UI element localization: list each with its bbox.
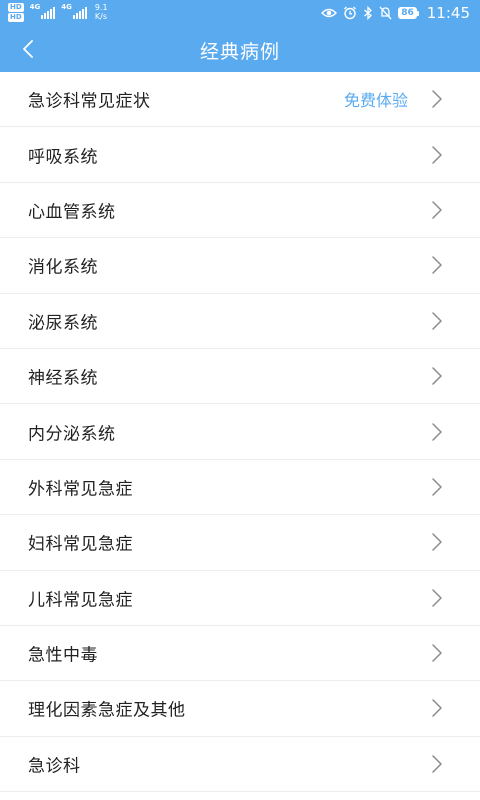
alarm-icon: [343, 6, 357, 20]
chevron-right-icon: [431, 532, 443, 552]
free-trial-badge[interactable]: 免费体验: [344, 87, 408, 111]
network-speed-value: 9.1: [94, 3, 108, 12]
status-bar: HD HD 4G 4G 9.1 K/s 86 11:45: [0, 0, 480, 26]
chevron-right-icon: [431, 477, 443, 497]
list-item[interactable]: 消化系统: [0, 238, 480, 294]
mute-icon: [379, 6, 392, 20]
chevron-right-icon: [431, 311, 443, 331]
network-type-2: 4G: [61, 3, 72, 11]
chevron-right-icon: [431, 588, 443, 608]
list-item-label: 急性中毒: [28, 645, 98, 666]
list-item[interactable]: 心血管系统: [0, 183, 480, 239]
network-type-1: 4G: [29, 3, 41, 11]
list-item[interactable]: 理化因素急症及其他: [0, 681, 480, 737]
list-item-label: 泌尿系统: [28, 313, 98, 334]
signal-group-1: 4G: [30, 3, 56, 19]
list-item[interactable]: 呼吸系统: [0, 127, 480, 183]
app-header: HD HD 4G 4G 9.1 K/s 86 11:45 经典病例: [0, 0, 480, 72]
nav-bar: 经典病例: [0, 26, 480, 72]
network-speed-unit: K/s: [94, 12, 108, 21]
list-item-label: 呼吸系统: [28, 147, 98, 168]
list-item-label: 外科常见急症: [28, 479, 133, 500]
chevron-right-icon: [431, 255, 443, 275]
status-time: 11:45: [426, 4, 470, 22]
battery-icon: 86: [398, 7, 419, 19]
list-item[interactable]: 急诊科常见症状 免费体验: [0, 72, 480, 128]
chevron-right-icon: [431, 200, 443, 220]
signal-bars-icon: [41, 7, 56, 19]
list-item-label: 妇科常见急症: [28, 534, 133, 555]
eye-icon: [321, 7, 338, 19]
bluetooth-icon: [363, 6, 373, 20]
list-item-label: 急诊科: [28, 756, 81, 777]
list-item-label: 消化系统: [28, 257, 98, 278]
page-title: 经典病例: [199, 41, 280, 63]
chevron-right-icon: [431, 698, 443, 718]
list-item-label: 急诊科常见症状: [28, 91, 151, 112]
list-item[interactable]: 妇科常见急症: [0, 515, 480, 571]
status-bar-left: HD HD 4G 4G 9.1 K/s: [8, 3, 108, 22]
list-item-label: 理化因素急症及其他: [28, 700, 186, 721]
list-item-label: 内分泌系统: [28, 424, 116, 445]
signal-group-2: 4G: [61, 3, 87, 19]
list-item[interactable]: 神经系统: [0, 349, 480, 405]
hd-badge-1: HD: [8, 3, 24, 12]
chevron-right-icon: [431, 643, 443, 663]
chevron-right-icon: [431, 366, 443, 386]
signal-bars-icon: [72, 7, 87, 19]
battery-level: 86: [398, 7, 417, 19]
network-speed: 9.1 K/s: [95, 3, 108, 21]
hd-badge-2: HD: [8, 13, 24, 22]
list-item-label: 心血管系统: [28, 202, 116, 223]
list-item[interactable]: 外科常见急症: [0, 460, 480, 516]
chevron-right-icon: [431, 422, 443, 442]
status-bar-right: 86 11:45: [321, 4, 470, 22]
case-category-list: 急诊科常见症状 免费体验呼吸系统心血管系统消化系统泌尿系统神经系统内分泌系统外科常…: [0, 72, 480, 793]
list-item[interactable]: 急性中毒: [0, 626, 480, 682]
list-item-label: 神经系统: [28, 368, 98, 389]
chevron-right-icon: [431, 754, 443, 774]
list-item[interactable]: 泌尿系统: [0, 294, 480, 349]
chevron-right-icon: [431, 145, 443, 165]
list-item[interactable]: 急诊科: [0, 737, 480, 793]
list-item-label: 儿科常见急症: [28, 590, 133, 611]
chevron-right-icon: [431, 89, 443, 109]
list-item[interactable]: 内分泌系统: [0, 404, 480, 460]
list-item[interactable]: 儿科常见急症: [0, 571, 480, 626]
hd-badges: HD HD: [8, 3, 24, 22]
